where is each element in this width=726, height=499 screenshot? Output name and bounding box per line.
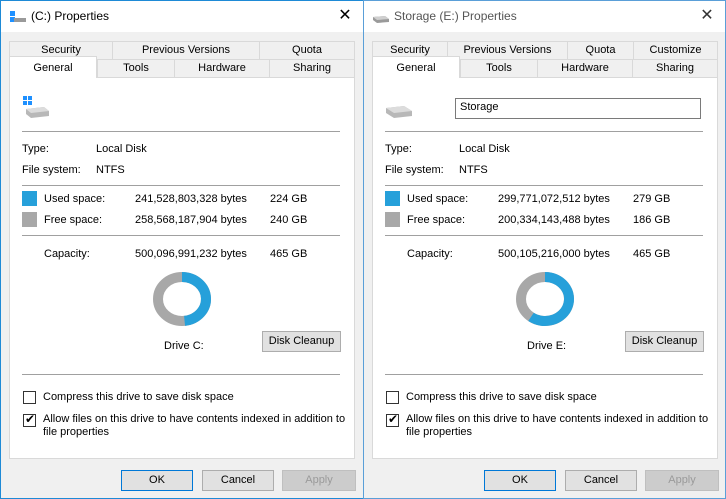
used-space-label: Used space: — [407, 193, 469, 205]
capacity-gb: 465 GB — [270, 248, 308, 260]
general-panel: Type: Local Disk File system: NTFS Used … — [9, 77, 355, 459]
divider — [385, 235, 703, 236]
free-space-label: Free space: — [407, 214, 466, 226]
file-system-value: NTFS — [459, 164, 488, 176]
used-space-arc — [181, 272, 211, 326]
index-label-line1: Allow files on this drive to have conten… — [43, 413, 346, 425]
index-label-line1: Allow files on this drive to have conten… — [406, 413, 709, 425]
free-space-gb: 186 GB — [633, 214, 671, 226]
divider — [22, 235, 340, 236]
window-title: Storage (E:) Properties — [394, 9, 517, 23]
drive-icon — [10, 11, 26, 22]
cancel-button[interactable]: Cancel — [202, 470, 274, 491]
checkmark-icon: ✔ — [388, 412, 399, 426]
usage-donut-chart — [516, 272, 574, 326]
tab-previous-versions[interactable]: Previous Versions — [447, 41, 568, 60]
volume-name-input[interactable]: Storage — [455, 98, 701, 119]
tab-customize[interactable]: Customize — [633, 41, 718, 60]
used-space-bytes: 299,771,072,512 bytes — [498, 193, 610, 205]
close-button[interactable]: ✕ — [331, 3, 359, 29]
tab-sharing[interactable]: Sharing — [632, 59, 718, 78]
capacity-bytes: 500,096,991,232 bytes — [135, 248, 247, 260]
divider — [385, 185, 703, 186]
properties-window-e: Storage (E:) Properties ✕ Security Previ… — [363, 0, 726, 499]
used-space-swatch — [385, 191, 400, 206]
index-label-line2: file properties — [43, 426, 110, 438]
tab-tools[interactable]: Tools — [97, 59, 175, 78]
tab-general[interactable]: General — [9, 56, 97, 78]
tab-quota[interactable]: Quota — [567, 41, 634, 60]
divider — [385, 374, 703, 375]
compress-checkbox[interactable] — [386, 391, 399, 404]
type-value: Local Disk — [459, 143, 510, 155]
used-space-bytes: 241,528,803,328 bytes — [135, 193, 247, 205]
close-button[interactable]: ✕ — [693, 3, 721, 29]
tab-general[interactable]: General — [372, 56, 460, 78]
disk-cleanup-button[interactable]: Disk Cleanup — [262, 331, 341, 352]
divider — [22, 185, 340, 186]
capacity-label: Capacity: — [407, 248, 453, 260]
index-checkbox[interactable]: ✔ — [386, 412, 399, 427]
checkmark-icon: ✔ — [25, 412, 36, 426]
type-value: Local Disk — [96, 143, 147, 155]
file-system-label: File system: — [385, 164, 444, 176]
tab-quota[interactable]: Quota — [259, 41, 355, 60]
window-title: (C:) Properties — [31, 9, 110, 23]
ok-button[interactable]: OK — [121, 470, 193, 491]
apply-button[interactable]: Apply — [645, 470, 719, 491]
used-space-label: Used space: — [44, 193, 106, 205]
file-system-value: NTFS — [96, 164, 125, 176]
properties-window-c: (C:) Properties ✕ Security Previous Vers… — [0, 0, 364, 499]
tab-sharing[interactable]: Sharing — [269, 59, 355, 78]
title-bar: Storage (E:) Properties ✕ — [364, 1, 725, 32]
compress-checkbox[interactable] — [23, 391, 36, 404]
free-space-bytes: 200,334,143,488 bytes — [498, 214, 610, 226]
divider — [22, 374, 340, 375]
capacity-bytes: 500,105,216,000 bytes — [498, 248, 610, 260]
free-space-swatch — [22, 212, 37, 227]
divider — [22, 131, 340, 132]
type-label: Type: — [22, 143, 49, 155]
free-space-swatch — [385, 212, 400, 227]
close-icon: ✕ — [700, 7, 714, 24]
index-checkbox[interactable]: ✔ — [23, 412, 36, 427]
ok-button[interactable]: OK — [484, 470, 556, 491]
apply-button[interactable]: Apply — [282, 470, 356, 491]
close-icon: ✕ — [338, 7, 352, 24]
free-space-label: Free space: — [44, 214, 103, 226]
compress-label: Compress this drive to save disk space — [43, 391, 234, 403]
divider — [385, 131, 703, 132]
capacity-label: Capacity: — [44, 248, 90, 260]
disk-cleanup-button[interactable]: Disk Cleanup — [625, 331, 704, 352]
compress-label: Compress this drive to save disk space — [406, 391, 597, 403]
tab-hardware[interactable]: Hardware — [174, 59, 270, 78]
drive-icon — [373, 16, 389, 23]
drive-label: Drive C: — [164, 340, 204, 352]
used-space-gb: 279 GB — [633, 193, 671, 205]
drive-icon — [23, 96, 49, 118]
drive-icon — [386, 106, 412, 118]
tab-hardware[interactable]: Hardware — [537, 59, 633, 78]
index-label-line2: file properties — [406, 426, 473, 438]
cancel-button[interactable]: Cancel — [565, 470, 637, 491]
used-space-swatch — [22, 191, 37, 206]
drive-label: Drive E: — [527, 340, 567, 352]
general-panel: Storage Type: Local Disk File system: NT… — [372, 77, 718, 459]
title-bar: (C:) Properties ✕ — [1, 1, 363, 32]
free-space-gb: 240 GB — [270, 214, 308, 226]
type-label: Type: — [385, 143, 412, 155]
tab-previous-versions[interactable]: Previous Versions — [112, 41, 260, 60]
usage-donut-chart — [153, 272, 211, 326]
used-space-gb: 224 GB — [270, 193, 308, 205]
free-space-bytes: 258,568,187,904 bytes — [135, 214, 247, 226]
tab-tools[interactable]: Tools — [460, 59, 538, 78]
capacity-gb: 465 GB — [633, 248, 671, 260]
file-system-label: File system: — [22, 164, 81, 176]
